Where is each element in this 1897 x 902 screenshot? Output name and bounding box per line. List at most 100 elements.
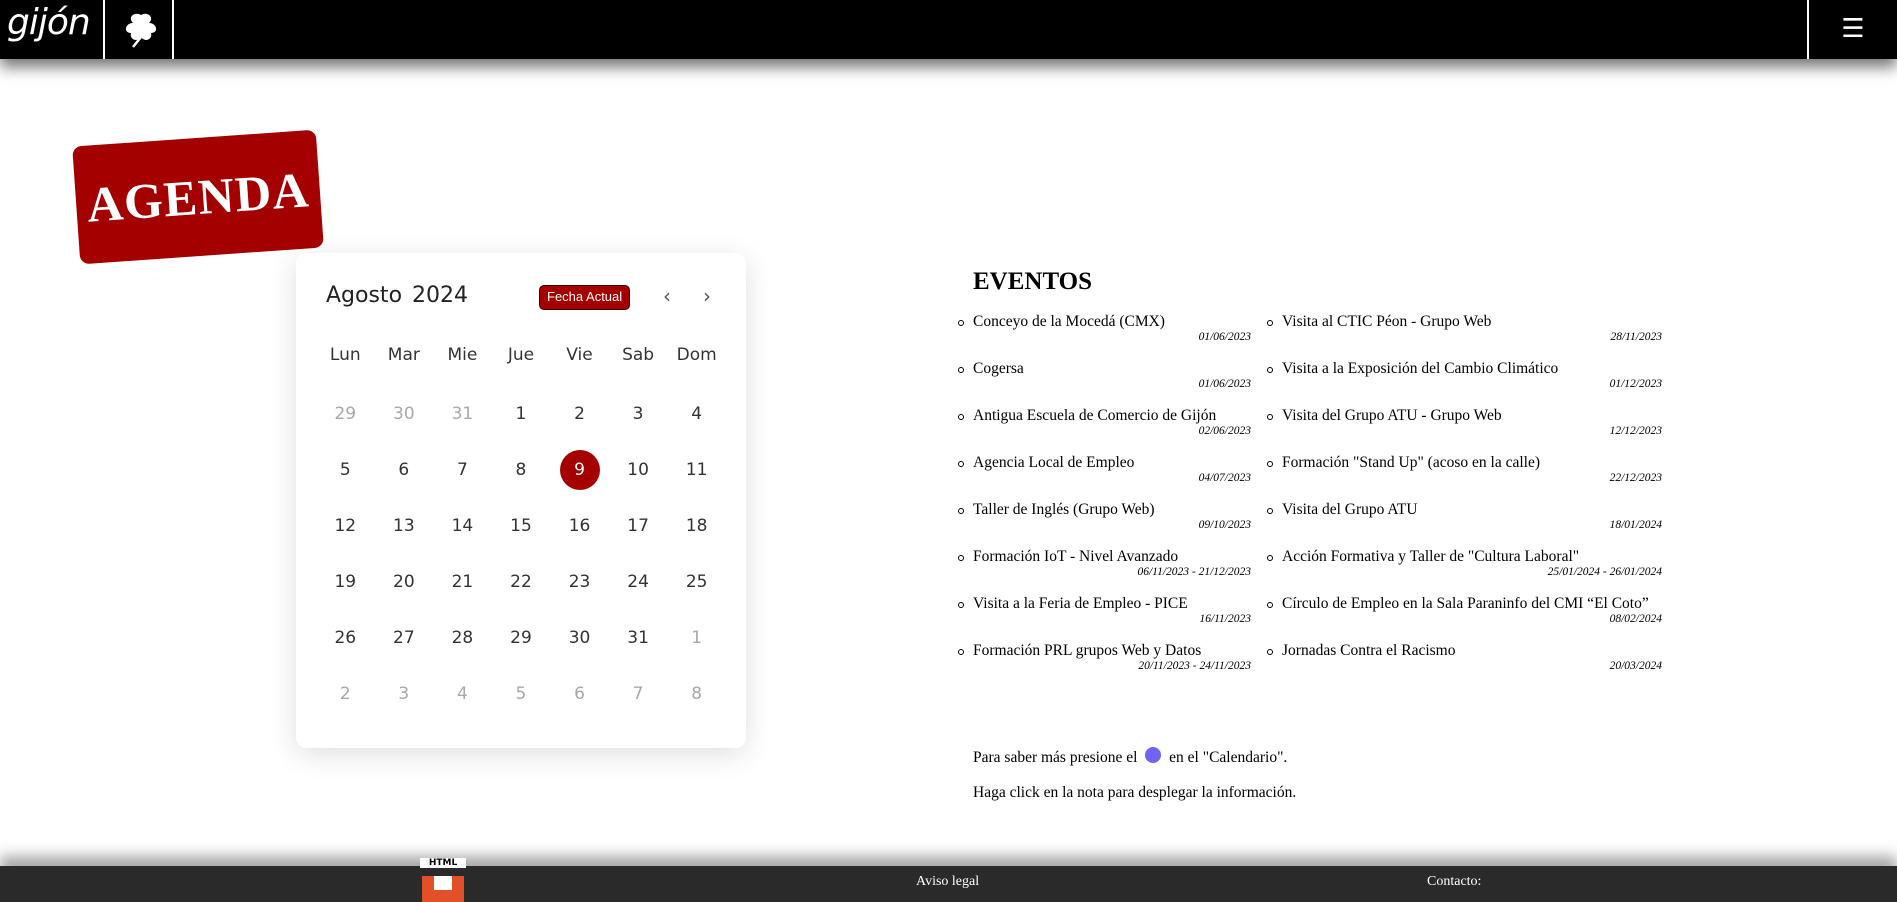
calendar-day[interactable]: 30	[375, 386, 434, 442]
event-item[interactable]: Formación "Stand Up" (acoso en la calle)…	[1267, 453, 1662, 500]
calendar-day[interactable]: 29	[492, 610, 551, 666]
calendar-day-number: 27	[393, 628, 415, 648]
event-item[interactable]: Conceyo de la Mocedá (CMX) 01/06/2023	[958, 312, 1251, 359]
calendar-day[interactable]: 22	[492, 554, 551, 610]
events-column-2: Visita al CTIC Péon - Grupo Web 28/11/202…	[1267, 312, 1662, 688]
event-item[interactable]: Taller de Inglés (Grupo Web) 09/10/2023	[958, 500, 1251, 547]
calendar-day[interactable]: 4	[433, 666, 492, 722]
calendar-day[interactable]: 8	[667, 666, 726, 722]
calendar-day[interactable]: 3	[609, 386, 668, 442]
calendar-day-number: 28	[451, 628, 474, 648]
calendar-day[interactable]: 6	[375, 442, 434, 498]
calendar-day[interactable]: 16	[550, 498, 609, 554]
calendar-day-number: 24	[627, 572, 649, 592]
weekday-label: Jue	[507, 345, 535, 365]
calendar-day[interactable]: 1	[667, 610, 726, 666]
bullet-icon	[1267, 367, 1273, 373]
current-date-button[interactable]: Fecha Actual	[539, 285, 631, 310]
calendar-day[interactable]: 30	[550, 610, 609, 666]
event-item[interactable]: Formación PRL grupos Web y Datos 20/11/20…	[958, 641, 1251, 688]
event-item[interactable]: Antigua Escuela de Comercio de Gijón 02/0…	[958, 406, 1251, 453]
event-date: 01/12/2023	[1609, 378, 1662, 390]
calendar-day[interactable]: 29	[316, 386, 375, 442]
event-item[interactable]: Jornadas Contra el Racismo 20/03/2024	[1267, 641, 1662, 688]
chevron-right-icon[interactable]: ›	[693, 282, 721, 310]
calendar-day-number: 2	[339, 684, 351, 704]
calendar-day-number: 3	[398, 684, 410, 704]
calendar-day[interactable]: 3	[375, 666, 434, 722]
event-item[interactable]: Formación IoT - Nivel Avanzado 06/11/2023…	[958, 547, 1251, 594]
weekday-label: Mie	[447, 345, 478, 365]
calendar-day[interactable]: 18	[667, 498, 726, 554]
calendar-day[interactable]: 26	[316, 610, 375, 666]
calendar-day[interactable]: 7	[433, 442, 492, 498]
calendar-day-number: 7	[632, 684, 644, 704]
calendar-day[interactable]: 5	[316, 442, 375, 498]
calendar-day-number: 18	[685, 516, 708, 536]
calendar-day[interactable]: 31	[609, 610, 668, 666]
calendar-day-number: 2	[574, 404, 585, 424]
calendar-day[interactable]: 25	[667, 554, 726, 610]
event-item[interactable]: Visita al CTIC Péon - Grupo Web 28/11/202…	[1267, 312, 1662, 359]
calendar-day[interactable]: 12	[316, 498, 375, 554]
calendar-day-current[interactable]: 9	[550, 442, 609, 498]
event-date: 28/11/2023	[1610, 331, 1662, 343]
calendar-day-number: 7	[456, 460, 468, 480]
calendar-day[interactable]: 19	[316, 554, 375, 610]
calendar-day[interactable]: 20	[375, 554, 434, 610]
calendar-day[interactable]: 13	[375, 498, 434, 554]
calendar-day[interactable]: 1	[492, 386, 551, 442]
event-item[interactable]: Visita a la Exposición del Cambio Climát…	[1267, 359, 1662, 406]
calendar-month: Agosto	[326, 283, 403, 308]
calendar-day[interactable]: 6	[550, 666, 609, 722]
legal-notice-link[interactable]: Aviso legal	[916, 874, 979, 890]
info-dot-icon	[1145, 747, 1162, 763]
gijon-logo[interactable]: gijón	[0, 0, 105, 59]
event-item[interactable]: Círculo de Empleo en la Sala Paraninfo d…	[1267, 594, 1662, 641]
calendar-day-number: 26	[334, 628, 357, 648]
calendar-day[interactable]: 10	[609, 442, 668, 498]
contact-link[interactable]: Contacto:	[1427, 874, 1481, 890]
calendar-day[interactable]: 28	[433, 610, 492, 666]
calendar-day-number: 31	[627, 628, 649, 648]
event-date: 16/11/2023	[1199, 613, 1251, 625]
weekday-label: Lun	[329, 345, 361, 365]
calendar-day[interactable]: 11	[667, 442, 726, 498]
calendar-day-number: 17	[627, 516, 649, 536]
event-name: Visita del Grupo ATU	[1282, 501, 1418, 518]
calendar-day-number: 16	[568, 516, 591, 536]
calendar-day[interactable]: 14	[433, 498, 492, 554]
event-name: Acción Formativa y Taller de "Cultura La…	[1282, 548, 1580, 565]
calendar-day-number: 22	[510, 572, 532, 592]
event-item[interactable]: Acción Formativa y Taller de "Cultura La…	[1267, 547, 1662, 594]
event-item[interactable]: Visita del Grupo ATU - Grupo Web 12/12/20…	[1267, 406, 1662, 453]
hamburger-menu-icon[interactable]: ☰	[1807, 0, 1897, 59]
calendar-day[interactable]: 31	[433, 386, 492, 442]
calendar-day[interactable]: 2	[550, 386, 609, 442]
calendar-day[interactable]: 7	[609, 666, 668, 722]
calendar-day[interactable]: 23	[550, 554, 609, 610]
calendar-year: 2024	[412, 283, 469, 308]
calendar-day[interactable]: 8	[492, 442, 551, 498]
calendar-day[interactable]: 27	[375, 610, 434, 666]
calendar-day[interactable]: 17	[609, 498, 668, 554]
leaf-icon[interactable]	[107, 0, 174, 59]
event-item[interactable]: Agencia Local de Empleo 04/07/2023	[958, 453, 1251, 500]
event-item[interactable]: Cogersa 01/06/2023	[958, 359, 1251, 406]
weekday-label: Dom	[676, 345, 717, 365]
html5-label: HTML	[420, 858, 466, 868]
calendar-day-number: 8	[691, 684, 703, 704]
event-item[interactable]: Visita del Grupo ATU 18/01/2024	[1267, 500, 1662, 547]
chevron-left-icon[interactable]: ‹	[653, 282, 681, 310]
bullet-icon	[1267, 649, 1273, 655]
bullet-icon	[958, 649, 964, 655]
calendar-day[interactable]: 4	[667, 386, 726, 442]
calendar-day[interactable]: 5	[492, 666, 551, 722]
calendar-day[interactable]: 2	[316, 666, 375, 722]
calendar-month-year: Agosto 2024	[326, 283, 478, 308]
calendar-day[interactable]: 24	[609, 554, 668, 610]
calendar-day-number: 23	[568, 572, 591, 592]
calendar-day[interactable]: 21	[433, 554, 492, 610]
event-item[interactable]: Visita a la Feria de Empleo - PICE 16/11/…	[958, 594, 1251, 641]
calendar-day[interactable]: 15	[492, 498, 551, 554]
